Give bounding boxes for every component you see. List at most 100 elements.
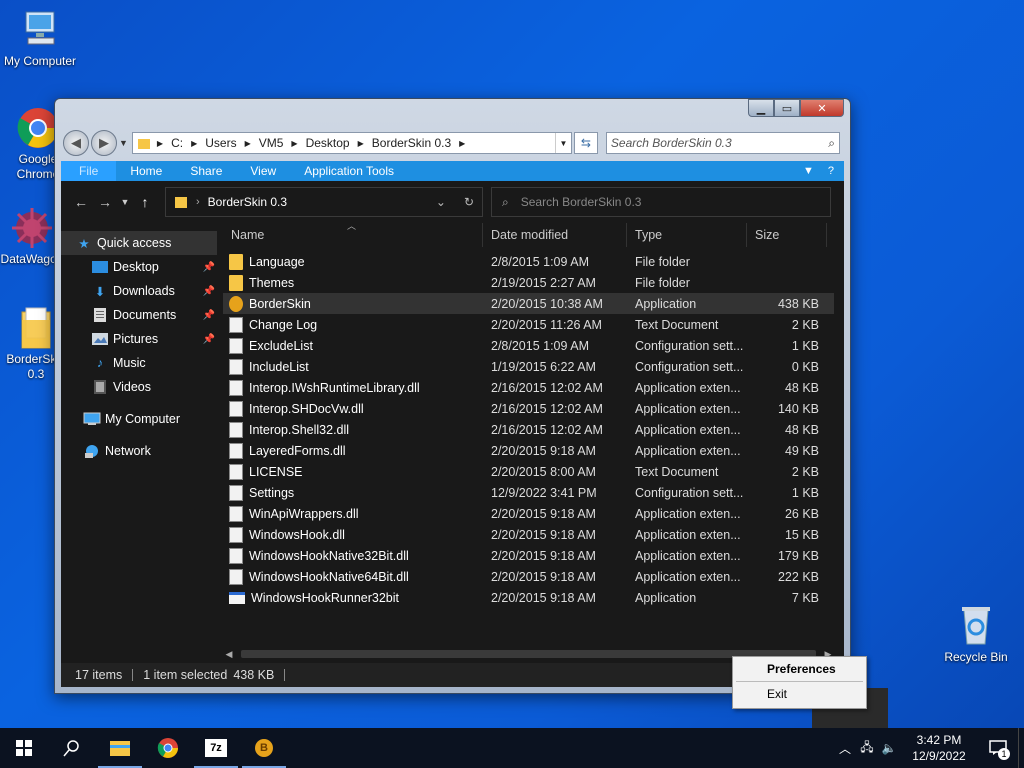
tab-share[interactable]: Share — [176, 164, 236, 178]
classic-back-button[interactable]: ◀ — [63, 130, 89, 156]
taskbar-file-explorer[interactable] — [96, 728, 144, 768]
recent-locations-dropdown[interactable]: ▼ — [119, 138, 128, 148]
nav-music[interactable]: ♪ Music — [61, 351, 217, 375]
menu-item-exit[interactable]: Exit — [733, 682, 866, 706]
file-row[interactable]: Language 2/8/2015 1:09 AM File folder — [223, 251, 834, 272]
file-date: 1/19/2015 6:22 AM — [491, 359, 596, 374]
recent-locations-chevron-icon[interactable]: ▼ — [117, 197, 133, 207]
file-row[interactable]: Settings 12/9/2022 3:41 PM Configuration s… — [223, 482, 834, 503]
start-button[interactable] — [0, 728, 48, 768]
file-size: 140 KB — [777, 401, 819, 416]
classic-search-box[interactable]: Search BorderSkin 0.3 ⌕ — [605, 132, 840, 154]
address-bar[interactable]: › BorderSkin 0.3 ⌄ ↻ — [165, 187, 483, 217]
file-icon — [229, 463, 243, 480]
file-size: 222 KB — [777, 569, 819, 584]
tab-file[interactable]: File — [61, 161, 117, 181]
back-arrow-icon[interactable]: ← — [69, 194, 93, 210]
file-size: 2 KB — [791, 464, 819, 479]
scroll-left-icon[interactable]: ◀ — [223, 649, 235, 660]
file-row[interactable]: WindowsHookNative32Bit.dll 2/20/2015 9:18… — [223, 545, 834, 566]
classic-refresh-button[interactable]: ⇆ — [573, 132, 598, 154]
nav-pictures[interactable]: Pictures 📌 — [61, 327, 217, 351]
show-desktop-button[interactable] — [1018, 728, 1024, 768]
maximize-button[interactable]: ▭ — [774, 99, 800, 117]
file-type: Application exten... — [635, 401, 741, 416]
file-date: 2/20/2015 11:26 AM — [491, 317, 602, 332]
address-path[interactable]: BorderSkin 0.3 — [208, 195, 287, 209]
column-header-date-modified[interactable]: Date modified — [483, 223, 627, 247]
file-row[interactable]: Interop.Shell32.dll 2/16/2015 12:02 AM App… — [223, 419, 834, 440]
scrollbar-thumb[interactable] — [241, 650, 816, 658]
help-button[interactable]: ? — [828, 165, 834, 177]
file-icon — [229, 358, 243, 375]
file-row[interactable]: WinApiWrappers.dll 2/20/2015 9:18 AM Appli… — [223, 503, 834, 524]
address-dropdown-chevron-icon[interactable]: ⌄ — [436, 195, 446, 209]
address-dropdown-button[interactable]: ▼ — [554, 133, 571, 153]
tab-home[interactable]: Home — [116, 164, 176, 178]
nav-quick-access[interactable]: ★ Quick access — [61, 231, 217, 255]
file-row[interactable]: IncludeList 1/19/2015 6:22 AM Configuratio… — [223, 356, 834, 377]
breadcrumb-desktop[interactable]: Desktop — [298, 136, 358, 150]
notification-badge: 1 — [998, 748, 1010, 760]
nav-downloads[interactable]: ⬇ Downloads 📌 — [61, 279, 217, 303]
taskbar-7zip[interactable]: 7z — [192, 728, 240, 768]
expand-ribbon-chevron-icon[interactable]: ▼ — [803, 165, 814, 177]
videos-icon — [91, 380, 109, 394]
nav-desktop[interactable]: Desktop 📌 — [61, 255, 217, 279]
search-box[interactable]: ⌕ Search BorderSkin 0.3 — [491, 187, 831, 217]
classic-forward-button[interactable]: ▶ — [91, 130, 117, 156]
forward-arrow-icon[interactable]: → — [93, 194, 117, 210]
file-name: Interop.SHDocVw.dll — [249, 401, 364, 416]
nav-documents[interactable]: Documents 📌 — [61, 303, 217, 327]
desktop-icon-my-computer[interactable]: My Computer — [0, 8, 80, 69]
breadcrumb-users[interactable]: Users — [197, 136, 244, 150]
file-explorer-icon — [110, 741, 130, 756]
file-row[interactable]: LICENSE 2/20/2015 8:00 AM Text Document 2 K… — [223, 461, 834, 482]
file-row[interactable]: LayeredForms.dll 2/20/2015 9:18 AM Applica… — [223, 440, 834, 461]
file-type: Text Document — [635, 317, 719, 332]
breadcrumb-borderskin[interactable]: BorderSkin 0.3 — [364, 136, 459, 150]
minimize-button[interactable]: ▁ — [748, 99, 774, 117]
file-date: 2/19/2015 2:27 AM — [491, 275, 596, 290]
menu-item-preferences[interactable]: Preferences — [733, 657, 866, 681]
nav-my-computer[interactable]: My Computer — [61, 407, 217, 431]
search-placeholder: Search BorderSkin 0.3 — [520, 195, 642, 209]
classic-address-bar[interactable]: ▶ C: ▶ Users ▶ VM5 ▶ Desktop ▶ BorderSki… — [131, 132, 572, 154]
breadcrumb-vm5[interactable]: VM5 — [251, 136, 292, 150]
close-button[interactable]: ✕ — [800, 99, 844, 117]
file-size: 48 KB — [784, 422, 819, 437]
system-tray: ︿ 🖧 🔈 3:42 PM 12/9/2022 1 — [834, 728, 1024, 768]
file-row[interactable]: Change Log 2/20/2015 11:26 AM Text Documen… — [223, 314, 834, 335]
volume-icon[interactable]: 🔈 — [878, 741, 900, 755]
file-row[interactable]: WindowsHook.dll 2/20/2015 9:18 AM Applicat… — [223, 524, 834, 545]
refresh-icon[interactable]: ↻ — [464, 195, 474, 209]
file-type: Application — [635, 296, 697, 311]
file-row[interactable]: Themes 2/19/2015 2:27 AM File folder — [223, 272, 834, 293]
up-arrow-icon[interactable]: ↑ — [133, 194, 157, 210]
star-icon: ★ — [78, 236, 90, 251]
nav-videos[interactable]: Videos — [61, 375, 217, 399]
search-button[interactable] — [48, 728, 96, 768]
file-type: File folder — [635, 254, 690, 269]
show-hidden-icons-chevron-icon[interactable]: ︿ — [834, 740, 856, 757]
taskbar-chrome[interactable] — [144, 728, 192, 768]
nav-network[interactable]: Network — [61, 439, 217, 463]
tab-application-tools[interactable]: Application Tools — [290, 164, 408, 178]
column-header-size[interactable]: Size — [747, 223, 827, 247]
tab-view[interactable]: View — [236, 164, 290, 178]
desktop-icon-recycle-bin[interactable]: Recycle Bin — [938, 602, 1014, 664]
clock[interactable]: 3:42 PM 12/9/2022 — [900, 732, 978, 764]
breadcrumb-c-drive[interactable]: C: — [163, 136, 191, 150]
folder-icon — [137, 139, 150, 149]
windows-logo-icon — [16, 740, 32, 756]
file-row[interactable]: WindowsHookRunner32bit 2/20/2015 9:18 AM A… — [223, 587, 834, 608]
file-row[interactable]: BorderSkin 2/20/2015 10:38 AM Application 4… — [223, 293, 834, 314]
action-center-button[interactable]: 1 — [978, 740, 1018, 760]
network-icon[interactable]: 🖧 — [856, 738, 878, 759]
file-row[interactable]: Interop.IWshRuntimeLibrary.dll 2/16/2015 … — [223, 377, 834, 398]
file-row[interactable]: ExcludeList 2/8/2015 1:09 AM Configuration… — [223, 335, 834, 356]
column-header-type[interactable]: Type — [627, 223, 747, 247]
file-row[interactable]: WindowsHookNative64Bit.dll 2/20/2015 9:18… — [223, 566, 834, 587]
file-row[interactable]: Interop.SHDocVw.dll 2/16/2015 12:02 AM App… — [223, 398, 834, 419]
taskbar-borderskin[interactable]: B — [240, 728, 288, 768]
